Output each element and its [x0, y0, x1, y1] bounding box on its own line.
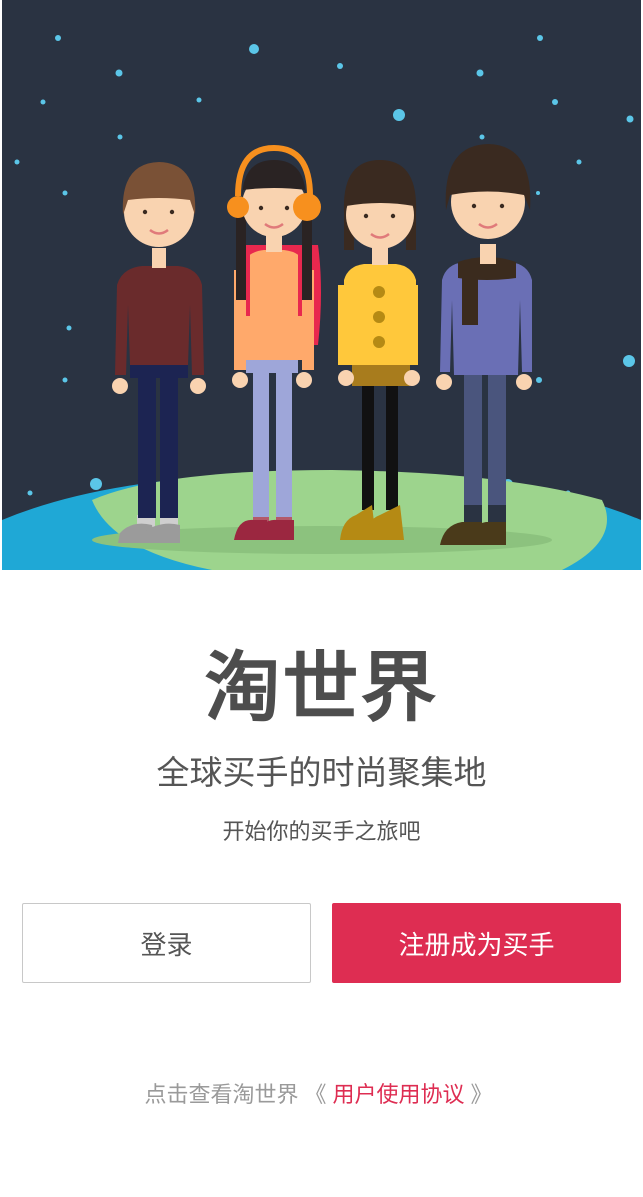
- app-tagline: 开始你的买手之旅吧: [222, 820, 421, 845]
- agreement-prefix: 点击查看淘世界: [144, 1083, 299, 1108]
- app-subtitle: 全球买手的时尚聚集地: [156, 753, 487, 792]
- user-agreement-link[interactable]: 用户使用协议: [333, 1083, 465, 1108]
- login-button-label: 登录: [140, 930, 193, 961]
- login-button[interactable]: 登录: [22, 903, 311, 983]
- welcome-screen: 淘世界 全球买手的时尚聚集地 开始你的买手之旅吧 登录 注册成为买手 点击查看淘…: [0, 0, 643, 1197]
- app-title: 淘世界: [204, 643, 439, 732]
- agreement-open-bracket: 《: [304, 1083, 327, 1108]
- register-button[interactable]: 注册成为买手: [332, 903, 621, 983]
- hero-illustration: [2, 0, 641, 570]
- agreement-close-bracket: 》: [470, 1083, 493, 1108]
- four-friends-illustration-icon: [2, 0, 641, 570]
- agreement-notice: 点击查看淘世界《用户使用协议》: [0, 1078, 643, 1114]
- register-button-label: 注册成为买手: [398, 930, 555, 961]
